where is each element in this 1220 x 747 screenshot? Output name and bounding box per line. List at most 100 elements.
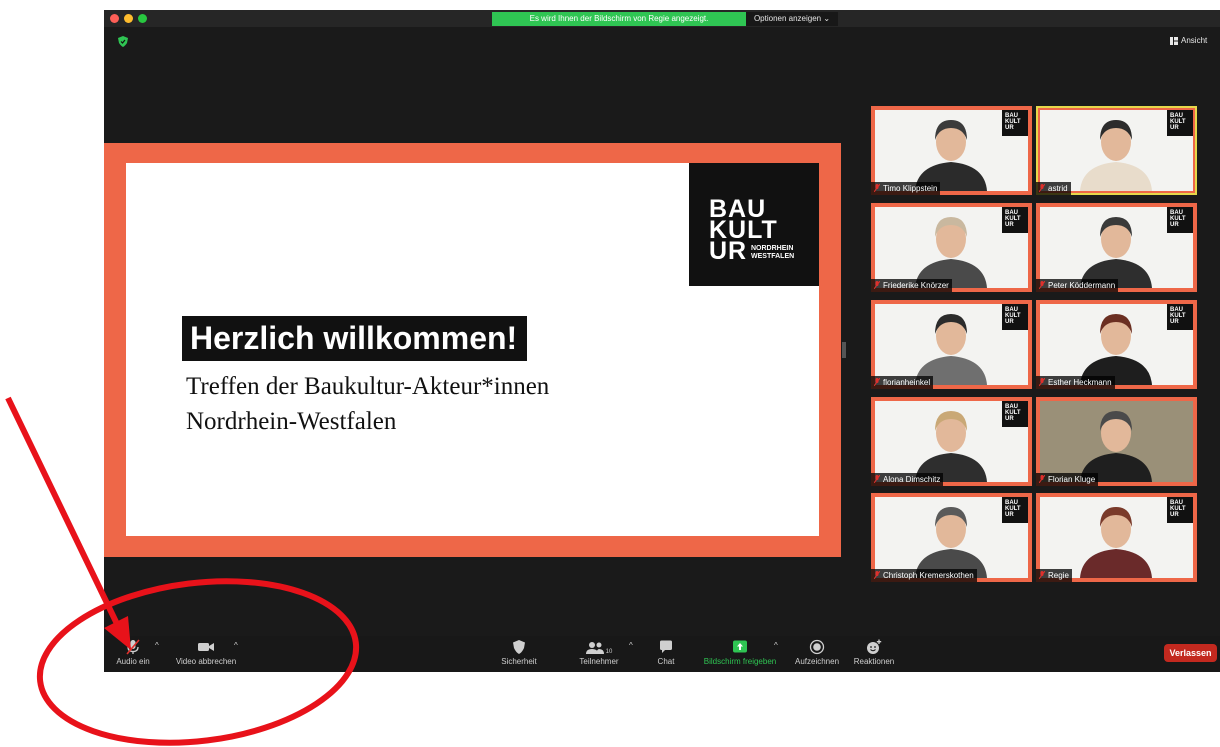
baukultur-logo-badge: BAU KULT UR [1002, 497, 1028, 523]
security-label: Sicherheit [501, 657, 537, 666]
add-reaction-icon [867, 639, 882, 654]
zoom-window: Es wird Ihnen der Bildschirm von Regie a… [104, 10, 1220, 672]
record-label: Aufzeichnen [794, 657, 840, 666]
slide-content: BAU KULT UR NORDRHEIN WESTFALEN Herzlich… [126, 163, 819, 536]
participant-tile[interactable]: BAU KULT UR Friederike Knörzer [871, 203, 1032, 292]
panel-resize-handle[interactable] [842, 342, 846, 358]
participant-name: Christoph Kremerskothen [871, 569, 977, 582]
video-options-caret[interactable]: ^ [234, 641, 238, 650]
slide-headline: Herzlich willkommen! [182, 316, 528, 361]
participant-name: Esther Heckmann [1036, 376, 1115, 389]
green-shield-icon[interactable] [118, 36, 128, 47]
view-button[interactable]: Ansicht [1170, 36, 1207, 45]
muted-microphone-icon [874, 184, 880, 192]
red-annotation-arrow-shaft [5, 396, 121, 628]
participant-name: Peter Köddermann [1036, 279, 1119, 292]
logo-badge-line: UR [1170, 512, 1179, 518]
view-label: Ansicht [1181, 36, 1208, 45]
audio-button[interactable]: Audio ein [115, 639, 151, 666]
participant-tile[interactable]: BAU KULT UR Alona Dimschitz [871, 397, 1032, 486]
baukultur-logo-badge: BAU KULT UR [1002, 304, 1028, 330]
participant-name: Florian Kluge [1036, 473, 1099, 486]
participant-tile[interactable]: BAU KULT UR Christoph Kremerskothen [871, 493, 1032, 582]
zoom-window-button[interactable] [138, 14, 147, 23]
leave-meeting-button[interactable]: Verlassen [1164, 644, 1217, 662]
participant-avatar [1080, 411, 1152, 482]
participant-name: Regie [1036, 569, 1072, 582]
title-bar: Es wird Ihnen der Bildschirm von Regie a… [104, 10, 1220, 27]
muted-microphone-icon [1039, 475, 1045, 483]
participant-name: astrid [1036, 182, 1071, 195]
baukultur-logo-badge: BAU KULT UR [1002, 207, 1028, 233]
participant-tile[interactable]: BAU KULT UR Esther Heckmann [1036, 300, 1197, 389]
screen-share-banner: Es wird Ihnen der Bildschirm von Regie a… [492, 12, 746, 26]
video-label: Video abbrechen [175, 657, 237, 666]
minimize-window-button[interactable] [124, 14, 133, 23]
muted-microphone-icon [1039, 184, 1045, 192]
slide-subtitle-line-1: Treffen der Baukultur-Akteur*innen [186, 373, 550, 400]
participant-name: Timo Klippstein [871, 182, 941, 195]
participants-icon [585, 642, 604, 654]
logo-badge-line: UR [1005, 319, 1014, 325]
record-button[interactable]: Aufzeichnen [792, 639, 842, 666]
participant-tile[interactable]: BAU KULT UR astrid [1036, 106, 1197, 195]
participants-button[interactable]: 10 Teilnehmer [574, 639, 624, 666]
participants-label: Teilnehmer [579, 657, 619, 666]
show-options-button[interactable]: Optionen anzeigen ⌄ [746, 12, 838, 26]
participant-name: florianheinkel [871, 376, 934, 389]
logo-sub-2: WESTFALEN [751, 253, 795, 260]
baukultur-logo: BAU KULT UR NORDRHEIN WESTFALEN [689, 163, 819, 286]
muted-microphone-icon [1039, 571, 1045, 579]
logo-sub-1: NORDRHEIN [751, 245, 794, 252]
shared-slide: BAU KULT UR NORDRHEIN WESTFALEN Herzlich… [104, 143, 841, 557]
logo-badge-line: UR [1005, 222, 1014, 228]
share-options-caret[interactable]: ^ [774, 641, 778, 650]
chat-label: Chat [657, 657, 675, 666]
share-screen-icon [733, 640, 747, 653]
participants-options-caret[interactable]: ^ [629, 641, 633, 650]
record-icon [809, 639, 825, 655]
logo-badge-line: UR [1170, 125, 1179, 131]
video-button[interactable]: Video abbrechen [171, 639, 241, 666]
logo-badge-line: UR [1005, 125, 1014, 131]
share-screen-button[interactable]: Bildschirm freigeben [700, 639, 780, 666]
participant-name: Alona Dimschitz [871, 473, 944, 486]
share-screen-label: Bildschirm freigeben [703, 657, 777, 666]
shield-icon [513, 640, 525, 654]
audio-options-caret[interactable]: ^ [155, 641, 159, 650]
grid-icon [1170, 36, 1178, 45]
participants-count: 10 [605, 649, 613, 655]
audio-label: Audio ein [116, 657, 150, 666]
security-button[interactable]: Sicherheit [496, 639, 542, 666]
baukultur-logo-badge: BAU KULT UR [1167, 304, 1193, 330]
muted-microphone-icon [874, 378, 880, 386]
logo-badge-line: UR [1005, 416, 1014, 422]
muted-microphone-icon [874, 571, 880, 579]
chat-button[interactable]: Chat [654, 639, 678, 666]
participant-tile[interactable]: BAU KULT UR Regie [1036, 493, 1197, 582]
baukultur-logo-badge: BAU KULT UR [1167, 110, 1193, 136]
participant-tile[interactable]: Florian Kluge [1036, 397, 1197, 486]
logo-badge-line: UR [1170, 319, 1179, 325]
participant-video [1040, 401, 1193, 482]
muted-microphone-icon [1039, 281, 1045, 289]
slide-subtitle-line-2: Nordrhein-Westfalen [186, 408, 397, 435]
muted-microphone-icon [874, 281, 880, 289]
participant-tile[interactable]: BAU KULT UR Timo Klippstein [871, 106, 1032, 195]
participant-tile[interactable]: BAU KULT UR Peter Köddermann [1036, 203, 1197, 292]
chat-bubble-icon [660, 640, 672, 653]
baukultur-logo-badge: BAU KULT UR [1167, 497, 1193, 523]
meeting-toolbar: Audio ein ^ Video abbrechen ^ Sicherheit [104, 636, 1220, 672]
participant-name: Friederike Knörzer [871, 279, 952, 292]
logo-badge-line: UR [1005, 512, 1014, 518]
reactions-label: Reaktionen [853, 657, 895, 666]
reactions-button[interactable]: Reaktionen [852, 639, 896, 666]
baukultur-logo-badge: BAU KULT UR [1002, 401, 1028, 427]
baukultur-logo-badge: BAU KULT UR [1002, 110, 1028, 136]
baukultur-logo-badge: BAU KULT UR [1167, 207, 1193, 233]
muted-microphone-icon [1039, 378, 1045, 386]
close-window-button[interactable] [110, 14, 119, 23]
participant-tile[interactable]: BAU KULT UR florianheinkel [871, 300, 1032, 389]
muted-microphone-icon [126, 639, 140, 655]
logo-badge-line: UR [1170, 222, 1179, 228]
